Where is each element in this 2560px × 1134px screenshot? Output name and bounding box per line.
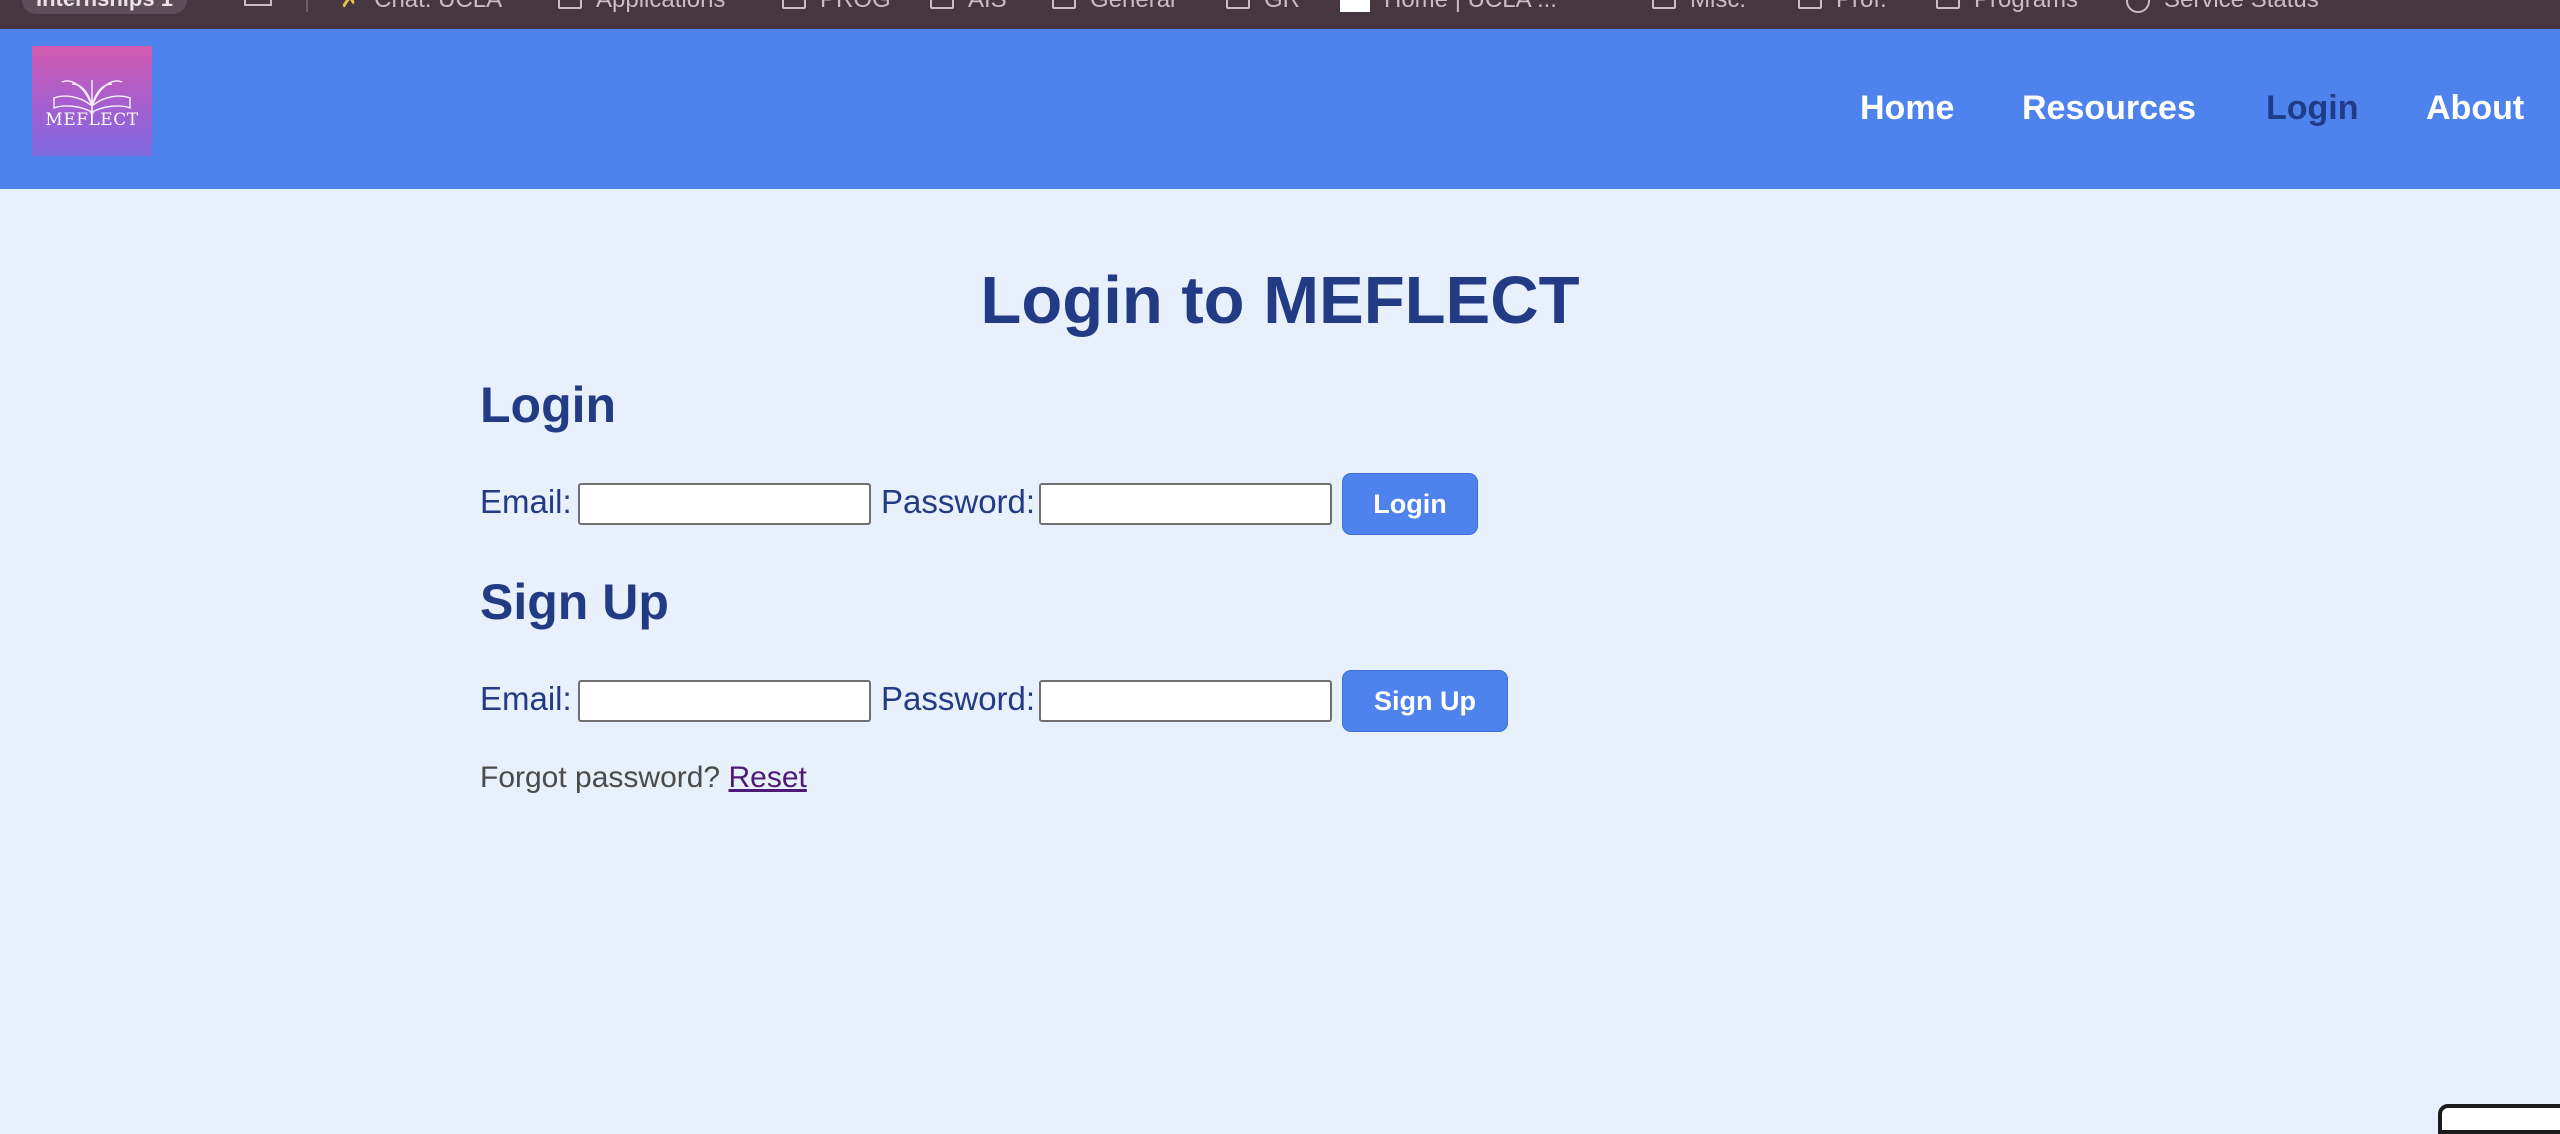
login-password-label: Password: xyxy=(881,483,1036,520)
bookmark-folder[interactable]: Applications xyxy=(558,0,725,12)
site-favicon-icon xyxy=(1340,0,1370,12)
site-logo[interactable]: MEFLECT xyxy=(32,46,152,156)
signup-password-field[interactable] xyxy=(1039,680,1332,722)
bookmark-folder[interactable]: PROG xyxy=(782,0,891,12)
login-email-label: Email: xyxy=(480,483,572,520)
bookmarks-separator xyxy=(306,0,308,12)
bookmark-item[interactable]: Home | UCLA ... xyxy=(1340,0,1557,12)
folder-icon xyxy=(1936,0,1960,9)
folder-icon xyxy=(782,0,806,9)
forgot-password-text: Forgot password? xyxy=(480,761,721,794)
bookmarks-bar: Internships 1 ✗Chat: UCLA Applications P… xyxy=(0,0,2560,29)
reset-password-link[interactable]: Reset xyxy=(728,761,806,794)
site-header: MEFLECT Home Resources Login About xyxy=(0,29,2560,189)
chat-icon: ✗ xyxy=(340,0,360,13)
signup-email-field[interactable] xyxy=(578,680,871,722)
folder-icon xyxy=(1652,0,1676,9)
folder-icon xyxy=(930,0,954,9)
forgot-password-row: Forgot password? Reset xyxy=(480,759,807,797)
folder-icon xyxy=(1052,0,1076,9)
bookmark-group-count: 1 xyxy=(161,0,173,11)
apps-grid-icon[interactable] xyxy=(244,0,272,6)
bookmark-folder[interactable]: Misc. xyxy=(1652,0,1746,12)
signup-button[interactable]: Sign Up xyxy=(1342,670,1508,732)
login-button[interactable]: Login xyxy=(1342,473,1478,535)
nav-about[interactable]: About xyxy=(2426,88,2524,128)
bookmark-folder[interactable]: AIS xyxy=(930,0,1007,12)
bookmark-folder[interactable]: Programs xyxy=(1936,0,2078,12)
bookmark-item[interactable]: Service Status xyxy=(2126,0,2319,13)
folder-icon xyxy=(1798,0,1822,9)
folder-icon xyxy=(1226,0,1250,9)
login-heading: Login xyxy=(480,377,617,433)
signup-password-label: Password: xyxy=(881,680,1036,717)
open-book-icon xyxy=(53,80,131,114)
folder-icon xyxy=(558,0,582,9)
bookmark-group-label: Internships xyxy=(36,0,155,11)
floating-widget[interactable] xyxy=(2438,1104,2560,1134)
bookmark-folder[interactable]: Prof. xyxy=(1798,0,1887,12)
clock-icon xyxy=(2126,0,2150,13)
bookmark-folder[interactable]: GR xyxy=(1226,0,1300,12)
nav-login[interactable]: Login xyxy=(2266,88,2359,128)
signup-email-label: Email: xyxy=(480,680,572,717)
page-title: Login to MEFLECT xyxy=(980,263,1580,338)
bookmark-folder[interactable]: General xyxy=(1052,0,1175,12)
nav-home[interactable]: Home xyxy=(1860,88,1954,128)
nav-resources[interactable]: Resources xyxy=(2022,88,2196,128)
login-password-field[interactable] xyxy=(1039,483,1332,525)
signup-heading: Sign Up xyxy=(480,574,669,630)
bookmark-item[interactable]: ✗Chat: UCLA xyxy=(340,0,502,12)
login-email-field[interactable] xyxy=(578,483,871,525)
logo-wordmark: MEFLECT xyxy=(45,110,139,130)
bookmark-group-pill[interactable]: Internships 1 xyxy=(22,0,187,14)
